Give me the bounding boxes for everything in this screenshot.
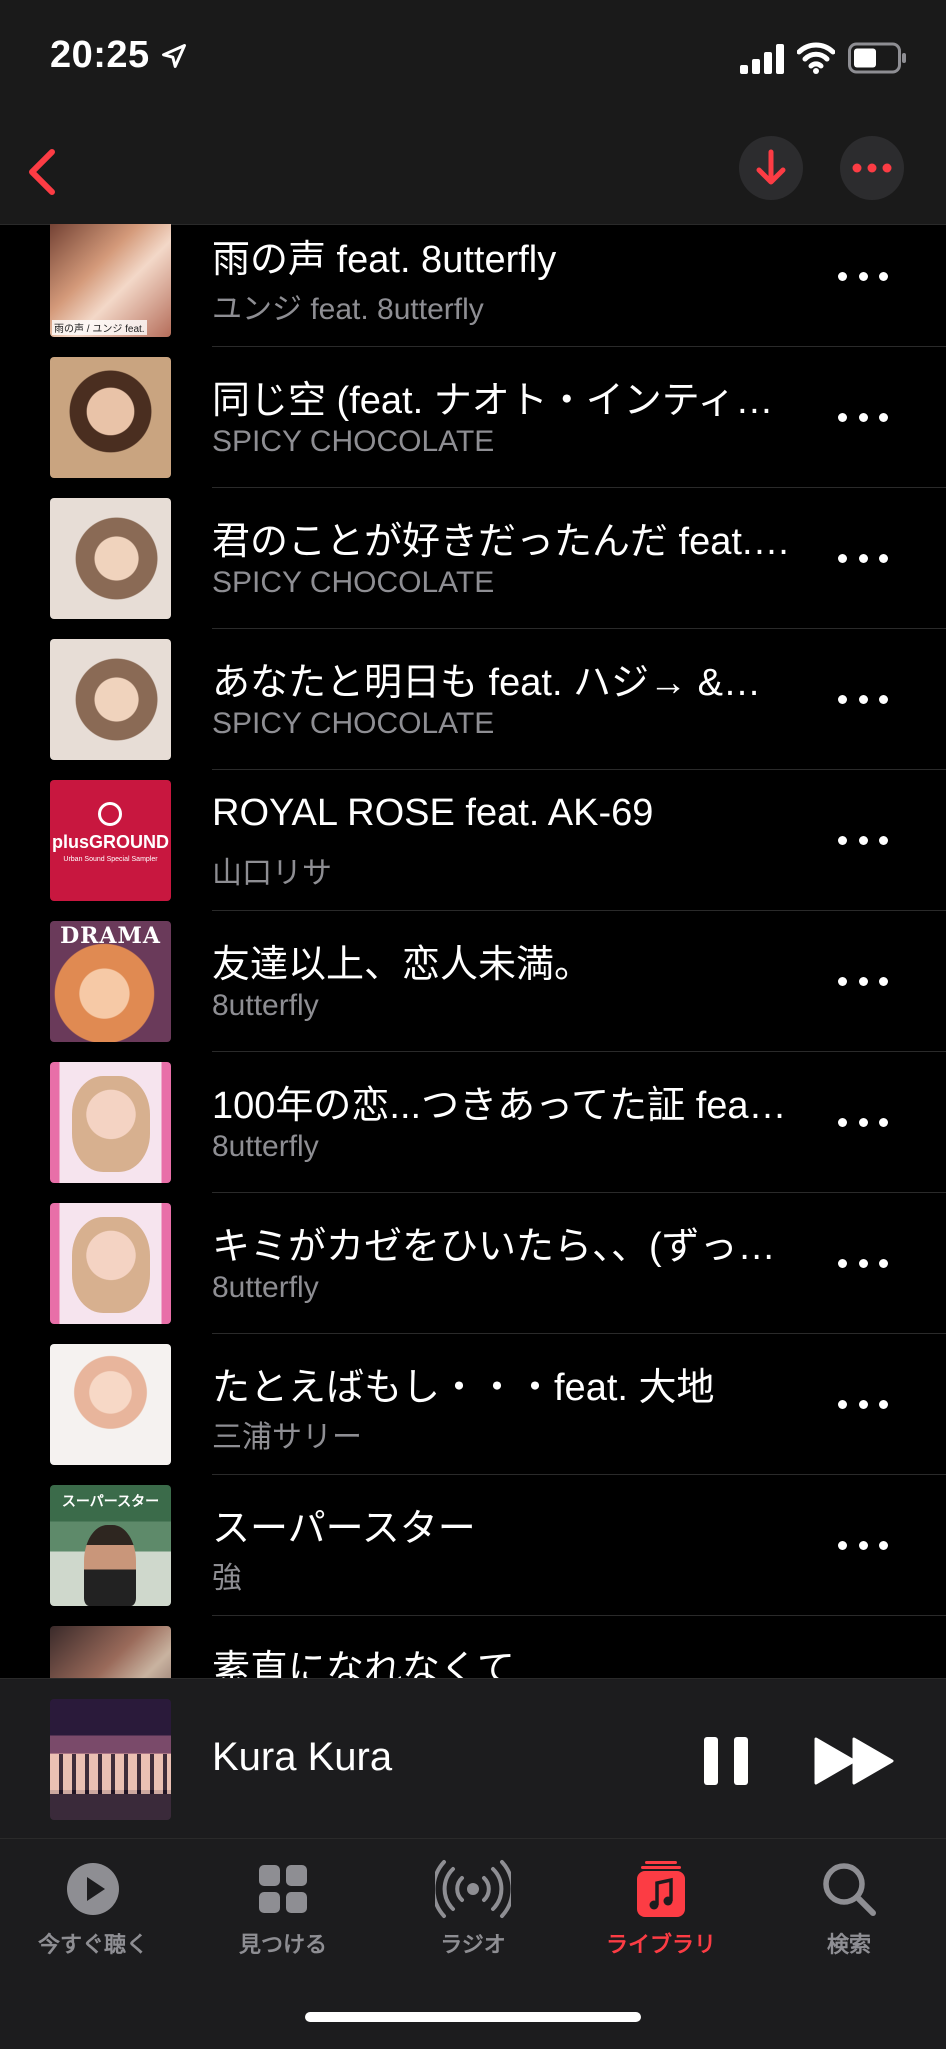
tab-label: ライブラリ	[605, 1932, 716, 1957]
song-row[interactable]: DRAMA 友達以上、恋人未満。 8utterfly	[0, 911, 946, 1052]
back-chevron-icon[interactable]	[18, 142, 70, 202]
song-title: 君のことが好きだったんだ feat.…	[212, 521, 791, 563]
album-art	[50, 498, 171, 619]
cellular-signal-icon	[740, 44, 784, 74]
wifi-icon	[797, 42, 835, 74]
song-row[interactable]: 雨の声 / ユンジ feat. 雨の声 feat. 8utterfly ユンジ …	[0, 224, 946, 347]
song-more-button[interactable]	[838, 543, 888, 573]
tab-search[interactable]: 検索	[764, 1859, 934, 1979]
tab-label: 検索	[826, 1932, 871, 1957]
song-title: 同じ空 (feat. ナオト・インティ…	[212, 380, 774, 422]
song-more-button[interactable]	[838, 1248, 888, 1278]
song-title: 友達以上、恋人未満。	[212, 944, 593, 986]
mini-player[interactable]: Kura Kura	[0, 1678, 946, 1839]
status-bar: 20:25	[0, 0, 946, 120]
tab-label: ラジオ	[440, 1932, 506, 1957]
song-row[interactable]: 素直になれなくて	[0, 1616, 946, 1678]
song-list: 雨の声 / ユンジ feat. 雨の声 feat. 8utterfly ユンジ …	[0, 224, 946, 1678]
play-circle-icon	[67, 1863, 119, 1915]
album-art-figure	[84, 1525, 136, 1606]
search-icon	[823, 1863, 876, 1916]
pause-icon[interactable]	[702, 1735, 750, 1787]
song-title: 素直になれなくて	[212, 1649, 515, 1678]
song-artist: 8utterfly	[212, 989, 319, 1022]
tab-radio[interactable]: ラジオ	[388, 1859, 558, 1979]
song-more-button[interactable]	[838, 966, 888, 996]
album-art	[50, 1344, 171, 1465]
fast-forward-icon[interactable]	[814, 1735, 896, 1787]
song-row[interactable]: 同じ空 (feat. ナオト・インティ… SPICY CHOCOLATE	[0, 347, 946, 488]
album-art	[50, 357, 171, 478]
now-playing-title: Kura Kura	[212, 1735, 393, 1779]
download-arrow-icon	[756, 149, 786, 185]
ellipsis-icon	[852, 163, 892, 173]
tab-browse[interactable]: 見つける	[198, 1859, 368, 1979]
song-more-button[interactable]	[838, 825, 888, 855]
song-artist: SPICY CHOCOLATE	[212, 707, 495, 740]
song-artist: ユンジ feat. 8utterfly	[212, 293, 484, 326]
album-art-subtext: Urban Sound Special Sampler	[63, 856, 158, 863]
location-arrow-icon	[162, 44, 186, 68]
song-title: あなたと明日も feat. ハジ→ &…	[212, 662, 761, 704]
album-art: スーパースター	[50, 1485, 171, 1606]
album-art: 雨の声 / ユンジ feat.	[50, 224, 171, 337]
song-artist: 8utterfly	[212, 1271, 319, 1304]
battery-icon	[848, 42, 906, 74]
song-artist: 山口リサ	[212, 857, 332, 890]
album-art-text: plusGROUND	[52, 832, 169, 852]
library-icon	[637, 1861, 685, 1917]
now-playing-album-art	[50, 1699, 171, 1820]
song-artist: SPICY CHOCOLATE	[212, 425, 495, 458]
album-art-figure	[72, 1217, 150, 1313]
album-art	[50, 639, 171, 760]
song-title: 100年の恋...つきあってた証 fea…	[212, 1085, 787, 1127]
song-title: 雨の声 feat. 8utterfly	[212, 239, 557, 281]
song-artist: 三浦サリー	[212, 1421, 362, 1454]
status-time: 20:25	[50, 34, 150, 76]
song-artist: 強	[212, 1562, 242, 1595]
song-title: ROYAL ROSE feat. AK-69	[212, 792, 654, 834]
album-art	[50, 1626, 171, 1678]
tab-label: 見つける	[238, 1932, 327, 1957]
tab-listen-now[interactable]: 今すぐ聴く	[8, 1859, 178, 1979]
radio-icon	[435, 1860, 511, 1918]
song-row[interactable]: plusGROUND Urban Sound Special Sampler R…	[0, 770, 946, 911]
album-art: DRAMA	[50, 921, 171, 1042]
song-artist: SPICY CHOCOLATE	[212, 566, 495, 599]
song-row[interactable]: キミがカゼをひいたら、、(ずっ… 8utterfly	[0, 1193, 946, 1334]
song-row[interactable]: 100年の恋...つきあってた証 fea… 8utterfly	[0, 1052, 946, 1193]
song-row[interactable]: たとえばもし・・・feat. 大地 三浦サリー	[0, 1334, 946, 1475]
album-art	[50, 1203, 171, 1324]
song-title: キミがカゼをひいたら、、(ずっ…	[212, 1226, 776, 1268]
album-art-figures	[50, 1754, 171, 1794]
tab-library[interactable]: ライブラリ	[576, 1859, 746, 1979]
song-more-button[interactable]	[838, 1389, 888, 1419]
download-button[interactable]	[739, 136, 803, 200]
song-title: スーパースター	[212, 1508, 476, 1550]
home-indicator[interactable]	[305, 2012, 641, 2022]
song-row[interactable]: あなたと明日も feat. ハジ→ &… SPICY CHOCOLATE	[0, 629, 946, 770]
song-artist: 8utterfly	[212, 1130, 319, 1163]
album-art-figure	[72, 1076, 150, 1172]
song-more-button[interactable]	[838, 1530, 888, 1560]
album-logo-icon	[98, 802, 122, 826]
album-art: plusGROUND Urban Sound Special Sampler	[50, 780, 171, 901]
song-more-button[interactable]	[838, 1107, 888, 1137]
more-options-button[interactable]	[840, 136, 904, 200]
song-more-button[interactable]	[838, 684, 888, 714]
album-art-text: DRAMA	[60, 923, 161, 949]
album-art-text: 雨の声 / ユンジ feat.	[52, 320, 147, 335]
song-more-button[interactable]	[838, 402, 888, 432]
grid-icon	[259, 1865, 307, 1913]
navigation-bar	[0, 120, 946, 225]
song-title: たとえばもし・・・feat. 大地	[212, 1367, 715, 1409]
song-row[interactable]: スーパースター スーパースター 強	[0, 1475, 946, 1616]
song-more-button[interactable]	[838, 261, 888, 291]
song-row[interactable]: 君のことが好きだったんだ feat.… SPICY CHOCOLATE	[0, 488, 946, 629]
album-art	[50, 1062, 171, 1183]
tab-label: 今すぐ聴く	[37, 1932, 148, 1957]
album-art-text: スーパースター	[61, 1493, 160, 1509]
